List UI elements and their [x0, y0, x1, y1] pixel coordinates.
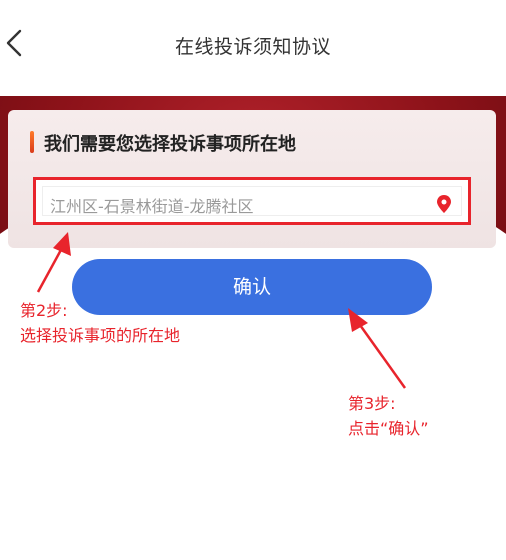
step2-annotation: 第2步: 选择投诉事项的所在地	[20, 298, 180, 348]
step2-text: 选择投诉事项的所在地	[20, 326, 181, 345]
location-selector[interactable]: 江州区-石景林街道-龙腾社区	[33, 177, 471, 225]
location-pin-icon[interactable]	[437, 195, 451, 213]
card-title: 我们需要您选择投诉事项所在地	[44, 134, 296, 155]
step3-text: 点击“确认”	[348, 419, 429, 438]
top-nav-bar: 在线投诉须知协议	[0, 0, 506, 96]
step2-label: 第2步:	[20, 301, 68, 320]
location-input-box[interactable]: 江州区-石景林街道-龙腾社区	[42, 186, 462, 216]
step3-label: 第3步:	[348, 394, 396, 413]
step3-annotation: 第3步: 点击“确认”	[348, 391, 429, 441]
location-value: 江州区-石景林街道-龙腾社区	[50, 197, 254, 216]
card-title-accent	[30, 131, 34, 153]
page-title: 在线投诉须知协议	[174, 36, 331, 58]
